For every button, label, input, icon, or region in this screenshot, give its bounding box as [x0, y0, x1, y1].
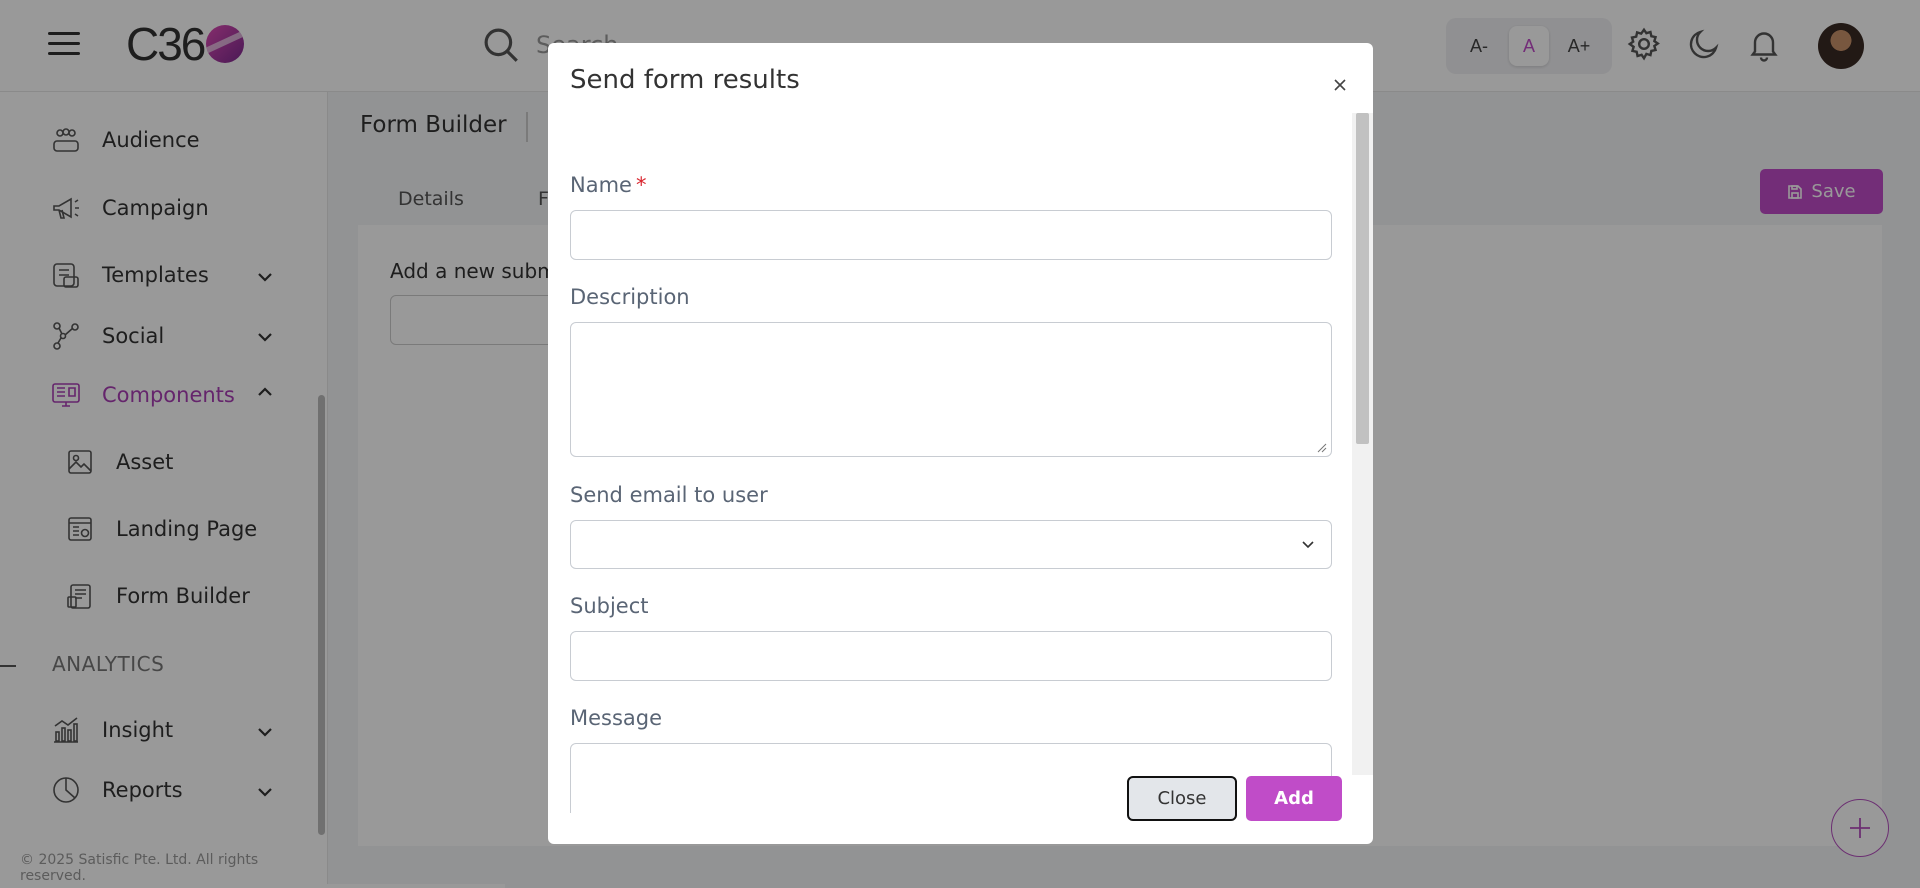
description-textarea[interactable]: [570, 322, 1332, 457]
send-form-results-modal: Send form results Name * Description Send…: [548, 43, 1373, 844]
chevron-down-icon: [1302, 541, 1314, 549]
message-label: Message: [570, 706, 663, 730]
add-button[interactable]: Add: [1246, 776, 1342, 821]
name-label-text: Name: [570, 173, 632, 197]
description-label: Description: [570, 285, 690, 309]
required-asterisk: *: [635, 173, 647, 197]
subject-input[interactable]: [570, 631, 1332, 681]
send-email-label: Send email to user: [570, 483, 768, 507]
modal-body: Name * Description Send email to user Sub…: [548, 113, 1358, 813]
send-email-select[interactable]: [570, 520, 1332, 569]
modal-close-button[interactable]: [1325, 70, 1355, 100]
close-icon: [1334, 79, 1346, 91]
name-label: Name *: [570, 173, 646, 197]
modal-title: Send form results: [570, 65, 800, 95]
close-button[interactable]: Close: [1127, 776, 1237, 821]
modal-scrollbar-thumb[interactable]: [1356, 113, 1369, 444]
subject-label: Subject: [570, 594, 649, 618]
name-input[interactable]: [570, 210, 1332, 260]
resize-handle-icon[interactable]: [1315, 441, 1327, 453]
